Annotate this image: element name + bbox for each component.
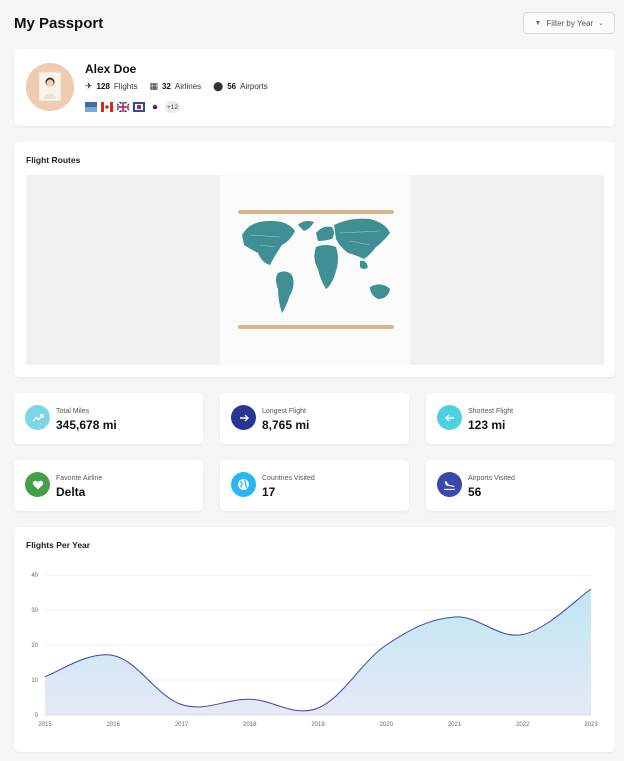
- stat-card-favorite-airline[interactable]: Favorite Airline Delta: [14, 460, 203, 511]
- stat-value: 345,678 mi: [56, 418, 117, 432]
- stat-value: 8,765 mi: [262, 418, 310, 432]
- stat-label: Shortest Flight: [468, 408, 514, 415]
- airlines-count: 32: [161, 82, 171, 91]
- stat-badge: [25, 472, 50, 497]
- x-tick-label: 2016: [107, 722, 121, 728]
- flag-canada-icon: [101, 102, 113, 112]
- stat-card-airports-visited[interactable]: Airports Visited 56: [426, 460, 615, 511]
- stat-label: Total Miles: [56, 408, 90, 415]
- y-tick-label: 20: [31, 643, 38, 649]
- x-tick-label: 2021: [448, 722, 462, 728]
- x-tick-label: 2015: [38, 722, 52, 728]
- data-point[interactable]: [317, 707, 319, 709]
- globe-icon: [238, 479, 249, 490]
- airports-count: 56: [227, 82, 237, 91]
- flights-count: 128: [96, 82, 110, 91]
- x-tick-label: 2019: [311, 722, 325, 728]
- flags-row: +12: [85, 101, 181, 113]
- x-tick-label: 2018: [243, 722, 257, 728]
- arrow-left-icon: [444, 414, 454, 421]
- flights-stat: ✈ 128 Flights: [85, 81, 138, 92]
- stat-card-shortest-flight[interactable]: Shortest Flight 123 mi: [426, 393, 615, 444]
- building-icon: ▦: [149, 81, 158, 91]
- world-map-image: [220, 175, 410, 365]
- plane-icon: ✈: [85, 81, 93, 91]
- trending-up-icon: [32, 413, 44, 421]
- area-fill: [45, 589, 591, 715]
- stat-badge: [231, 472, 256, 497]
- x-tick-label: 2023: [584, 722, 598, 728]
- flags-more-badge[interactable]: +12: [165, 101, 181, 113]
- airports-stat: ⬤ 56 Airports: [213, 81, 268, 92]
- flight-routes-map[interactable]: [26, 175, 604, 365]
- y-tick-label: 40: [31, 573, 38, 579]
- stat-value: Delta: [56, 485, 86, 499]
- data-point[interactable]: [453, 616, 455, 618]
- flag-uk-icon: [117, 102, 129, 112]
- data-point[interactable]: [44, 675, 46, 677]
- stat-value: 17: [262, 485, 276, 499]
- data-point[interactable]: [385, 644, 387, 646]
- flights-label: Flights: [113, 82, 138, 91]
- stat-label: Airports Visited: [468, 475, 515, 482]
- stat-card-countries-visited[interactable]: Countries Visited 17: [220, 460, 409, 511]
- stat-badge: [25, 405, 50, 430]
- stat-value: 123 mi: [468, 418, 506, 432]
- heart-icon: [32, 480, 43, 489]
- stat-badge: [231, 405, 256, 430]
- flag-1-icon: [85, 102, 97, 112]
- profile-name: Alex Doe: [85, 62, 137, 76]
- location-pin-icon: ⬤: [213, 81, 224, 91]
- plane-landing-icon: [444, 481, 455, 490]
- flight-routes-card: Flight Routes: [14, 142, 615, 377]
- flag-4-icon: [133, 102, 145, 112]
- page-header: My Passport ▼ Filter by Year ⌄: [14, 10, 615, 36]
- airlines-stat: ▦ 32 Airlines: [149, 81, 202, 92]
- profile-card: Alex Doe ✈ 128 Flights ▦ 32 Airlines ⬤ 5…: [14, 49, 615, 126]
- stat-label: Longest Flight: [262, 408, 306, 415]
- filter-icon: ▼: [534, 19, 542, 27]
- stat-label: Countries Visited: [262, 475, 315, 482]
- flag-south-korea-icon: [149, 102, 161, 112]
- arrow-right-icon: [239, 414, 249, 421]
- data-point[interactable]: [180, 703, 182, 705]
- flight-routes-title: Flight Routes: [26, 155, 81, 165]
- flights-per-year-card: Flights Per Year 0 10 20 30 40 2015 2016 2017 20…: [14, 527, 615, 752]
- flights-per-year-chart[interactable]: 0 10 20 30 40 2015 2016 2017 2018 2019 2020 2021 202…: [14, 527, 615, 752]
- stat-card-longest-flight[interactable]: Longest Flight 8,765 mi: [220, 393, 409, 444]
- y-tick-label: 30: [31, 608, 38, 614]
- stat-card-total-miles[interactable]: Total Miles 345,678 mi: [14, 393, 203, 444]
- filter-label: Filter by Year: [546, 18, 594, 28]
- data-point[interactable]: [522, 633, 524, 635]
- stat-label: Favorite Airline: [56, 475, 103, 482]
- avatar[interactable]: [26, 63, 74, 111]
- data-point[interactable]: [112, 654, 114, 656]
- x-tick-label: 2020: [380, 722, 394, 728]
- filter-by-year-button[interactable]: ▼ Filter by Year ⌄: [523, 12, 615, 34]
- airports-label: Airports: [240, 82, 268, 91]
- profile-stats: ✈ 128 Flights ▦ 32 Airlines ⬤ 56 Airport…: [85, 81, 268, 92]
- x-tick-label: 2022: [516, 722, 530, 728]
- page-title: My Passport: [14, 14, 104, 32]
- data-point[interactable]: [590, 588, 592, 590]
- stat-value: 56: [468, 485, 482, 499]
- airlines-label: Airlines: [174, 82, 202, 91]
- y-tick-label: 10: [31, 678, 38, 684]
- stat-badge: [437, 405, 462, 430]
- chevron-down-icon: ⌄: [598, 19, 604, 27]
- data-point[interactable]: [249, 698, 251, 700]
- y-tick-label: 0: [35, 713, 39, 719]
- x-tick-label: 2017: [175, 722, 189, 728]
- stat-badge: [437, 472, 462, 497]
